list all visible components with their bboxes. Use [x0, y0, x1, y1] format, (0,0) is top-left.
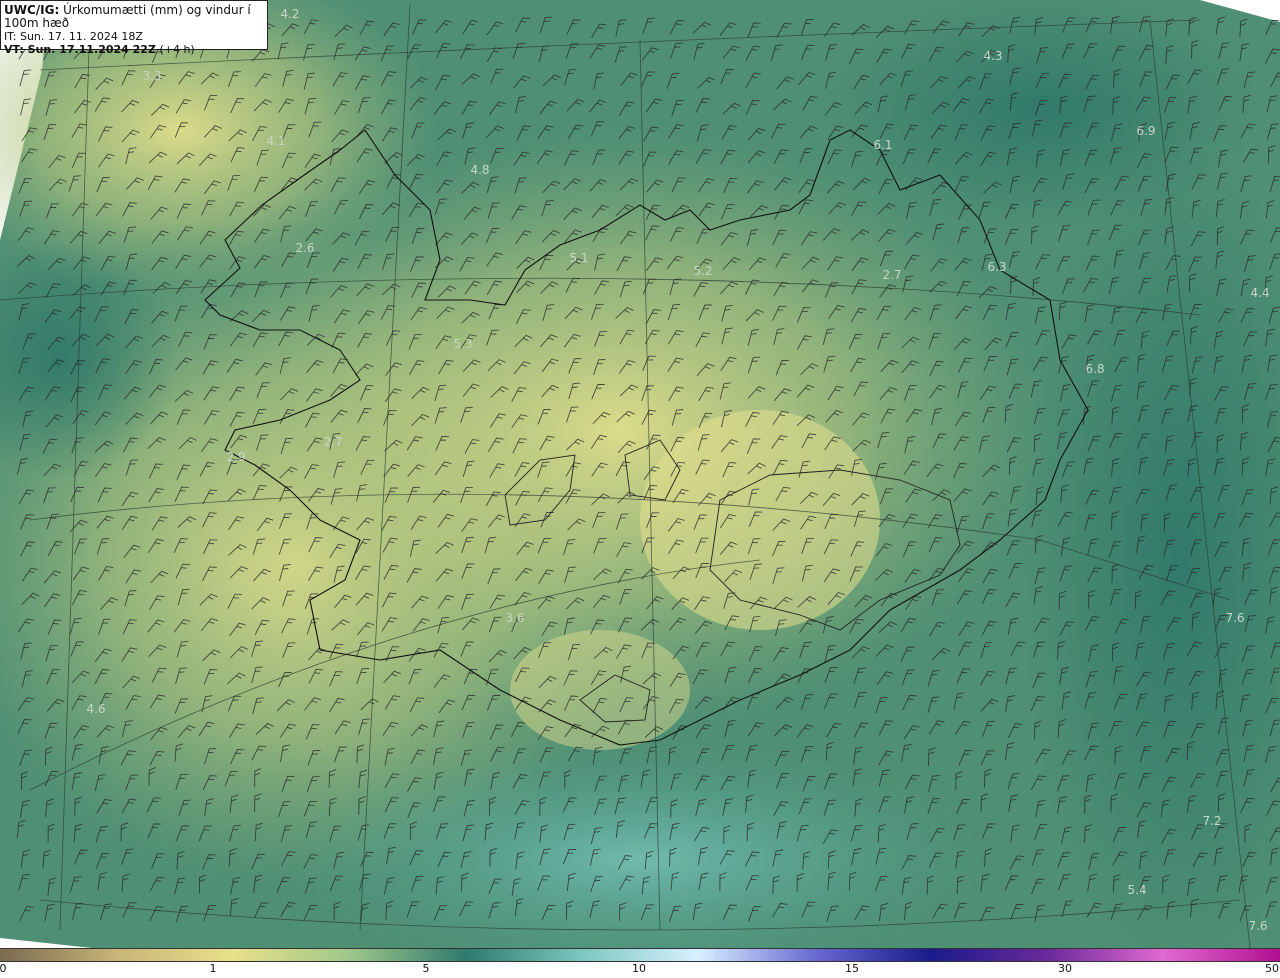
colorbar-tick-label: 15 — [845, 962, 859, 975]
max-value-label: 4.3 — [983, 49, 1003, 63]
max-value-label: 6.1 — [873, 138, 893, 152]
max-value-label: 5.2 — [693, 264, 713, 278]
map-title-box: UWC/IG: Úrkomumætti (mm) og vindur í 100… — [0, 0, 268, 56]
max-value-label: 4.1 — [266, 134, 286, 148]
max-value-label: 6.8 — [1085, 362, 1105, 376]
max-value-label: 7.2 — [1202, 814, 1222, 828]
valid-time: VT: Sun. 17.11.2024 22Z — [4, 43, 156, 56]
colorbar-tick-label: 0 — [0, 962, 7, 975]
max-value-label: 4.6 — [86, 702, 106, 716]
colorbar-tick-label: 50 — [1265, 962, 1279, 975]
title-line: UWC/IG: Úrkomumætti (mm) og vindur í 100… — [4, 4, 264, 30]
map-canvas — [0, 0, 1280, 948]
colorbar-tick-label: 30 — [1058, 962, 1072, 975]
max-value-label: 4.8 — [470, 163, 490, 177]
shade-south — [510, 630, 690, 750]
issue-time: IT: Sun. 17. 11. 2024 18Z — [4, 30, 143, 43]
max-value-label: 5.3 — [453, 337, 473, 351]
max-value-label: 5.1 — [569, 251, 589, 265]
product-code: UWC/IG: — [4, 3, 60, 17]
max-value-label: 2.6 — [295, 241, 315, 255]
shade-glacier — [640, 410, 880, 630]
colorbar-tick-label: 5 — [422, 962, 430, 975]
shade-northeast-sea — [820, 0, 1260, 230]
max-value-label: 6.9 — [1136, 124, 1156, 138]
max-value-label: 2.9 — [226, 450, 246, 464]
max-value-label: 4.4 — [1250, 286, 1270, 300]
max-value-label: 3.6 — [505, 611, 525, 625]
colorbar-tick-label: 1 — [209, 962, 217, 975]
max-value-label: 3.3 — [142, 69, 162, 83]
max-value-label: 6.3 — [987, 260, 1007, 274]
colorbar-tick-label: 10 — [632, 962, 646, 975]
precip-colorbar — [0, 948, 1280, 962]
max-value-label: 2.7 — [323, 435, 343, 449]
valid-offset: (+4 h) — [159, 43, 195, 56]
max-value-label: 4.2 — [280, 7, 300, 21]
max-value-label: 5.4 — [1127, 883, 1147, 897]
max-value-label: 7.6 — [1225, 611, 1245, 625]
forecast-map: UWC/IG: Úrkomumætti (mm) og vindur í 100… — [0, 0, 1280, 948]
max-value-label: 2.7 — [882, 268, 902, 282]
max-value-label: 7.6 — [1248, 919, 1268, 933]
